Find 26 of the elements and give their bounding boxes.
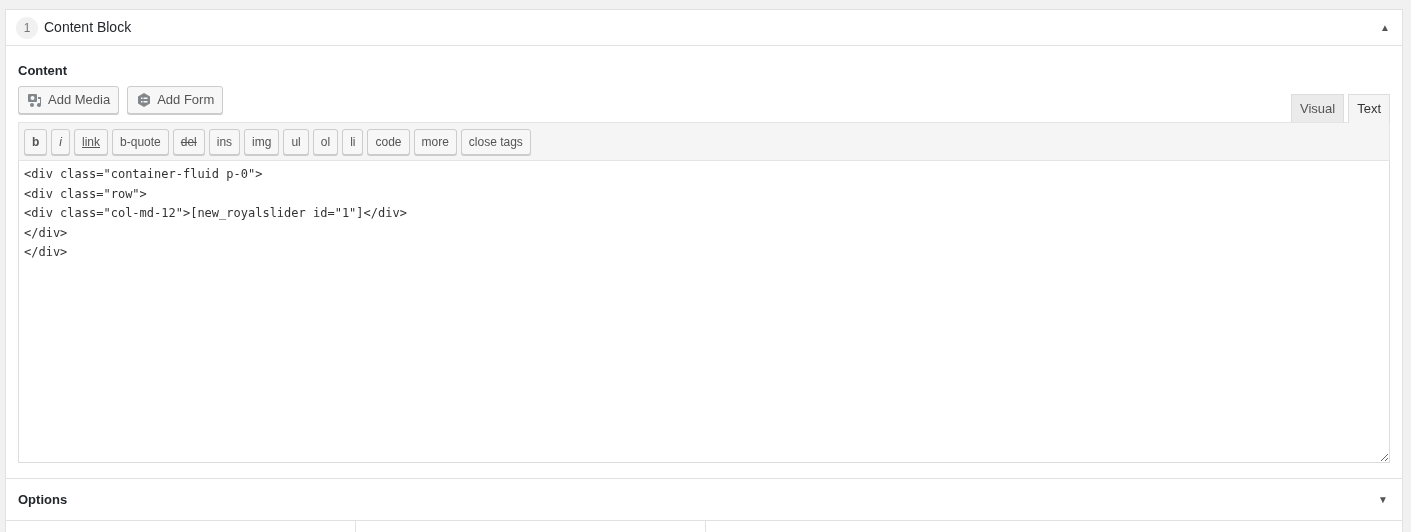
toolbar-button[interactable]: li [342, 129, 364, 155]
field-label: Content [18, 62, 69, 80]
collapse-toggle[interactable]: ▲ [1380, 20, 1390, 35]
toolbar-button[interactable]: ul [283, 129, 309, 155]
section-title: Options [18, 490, 68, 509]
toolbar-button[interactable]: link [74, 129, 109, 155]
toolbar-button[interactable]: code [367, 129, 410, 155]
block-number: 1 [16, 16, 38, 39]
toolbar-button[interactable]: ol [312, 129, 339, 155]
toolbar-button[interactable]: i [51, 129, 70, 155]
add-media-button[interactable]: Add Media [18, 86, 120, 114]
toolbar-button[interactable]: del [172, 129, 205, 155]
form-icon [136, 92, 153, 108]
code-editor[interactable]: <div class="container-fluid p-0"> <div class="row"> <div class="col-md-12">[new_royalslider id="1"]</div> </div> </div> [18, 161, 1390, 463]
editor-tab[interactable]: Visual [1290, 94, 1345, 122]
add-form-button[interactable]: Add Form [127, 86, 224, 114]
expand-toggle[interactable]: ▼ [1378, 492, 1388, 507]
toolbar-button[interactable]: close tags [460, 129, 531, 155]
toolbar-button[interactable]: b-quote [112, 129, 169, 155]
toolbar-button[interactable]: b [24, 129, 48, 155]
toolbar-button[interactable]: img [244, 129, 280, 155]
toolbar-button[interactable]: ins [208, 129, 241, 155]
block-title: Content Block [44, 18, 132, 37]
toolbar-button[interactable]: more [413, 129, 457, 155]
editor-tab[interactable]: Text [1348, 94, 1390, 123]
media-icon [27, 92, 43, 108]
